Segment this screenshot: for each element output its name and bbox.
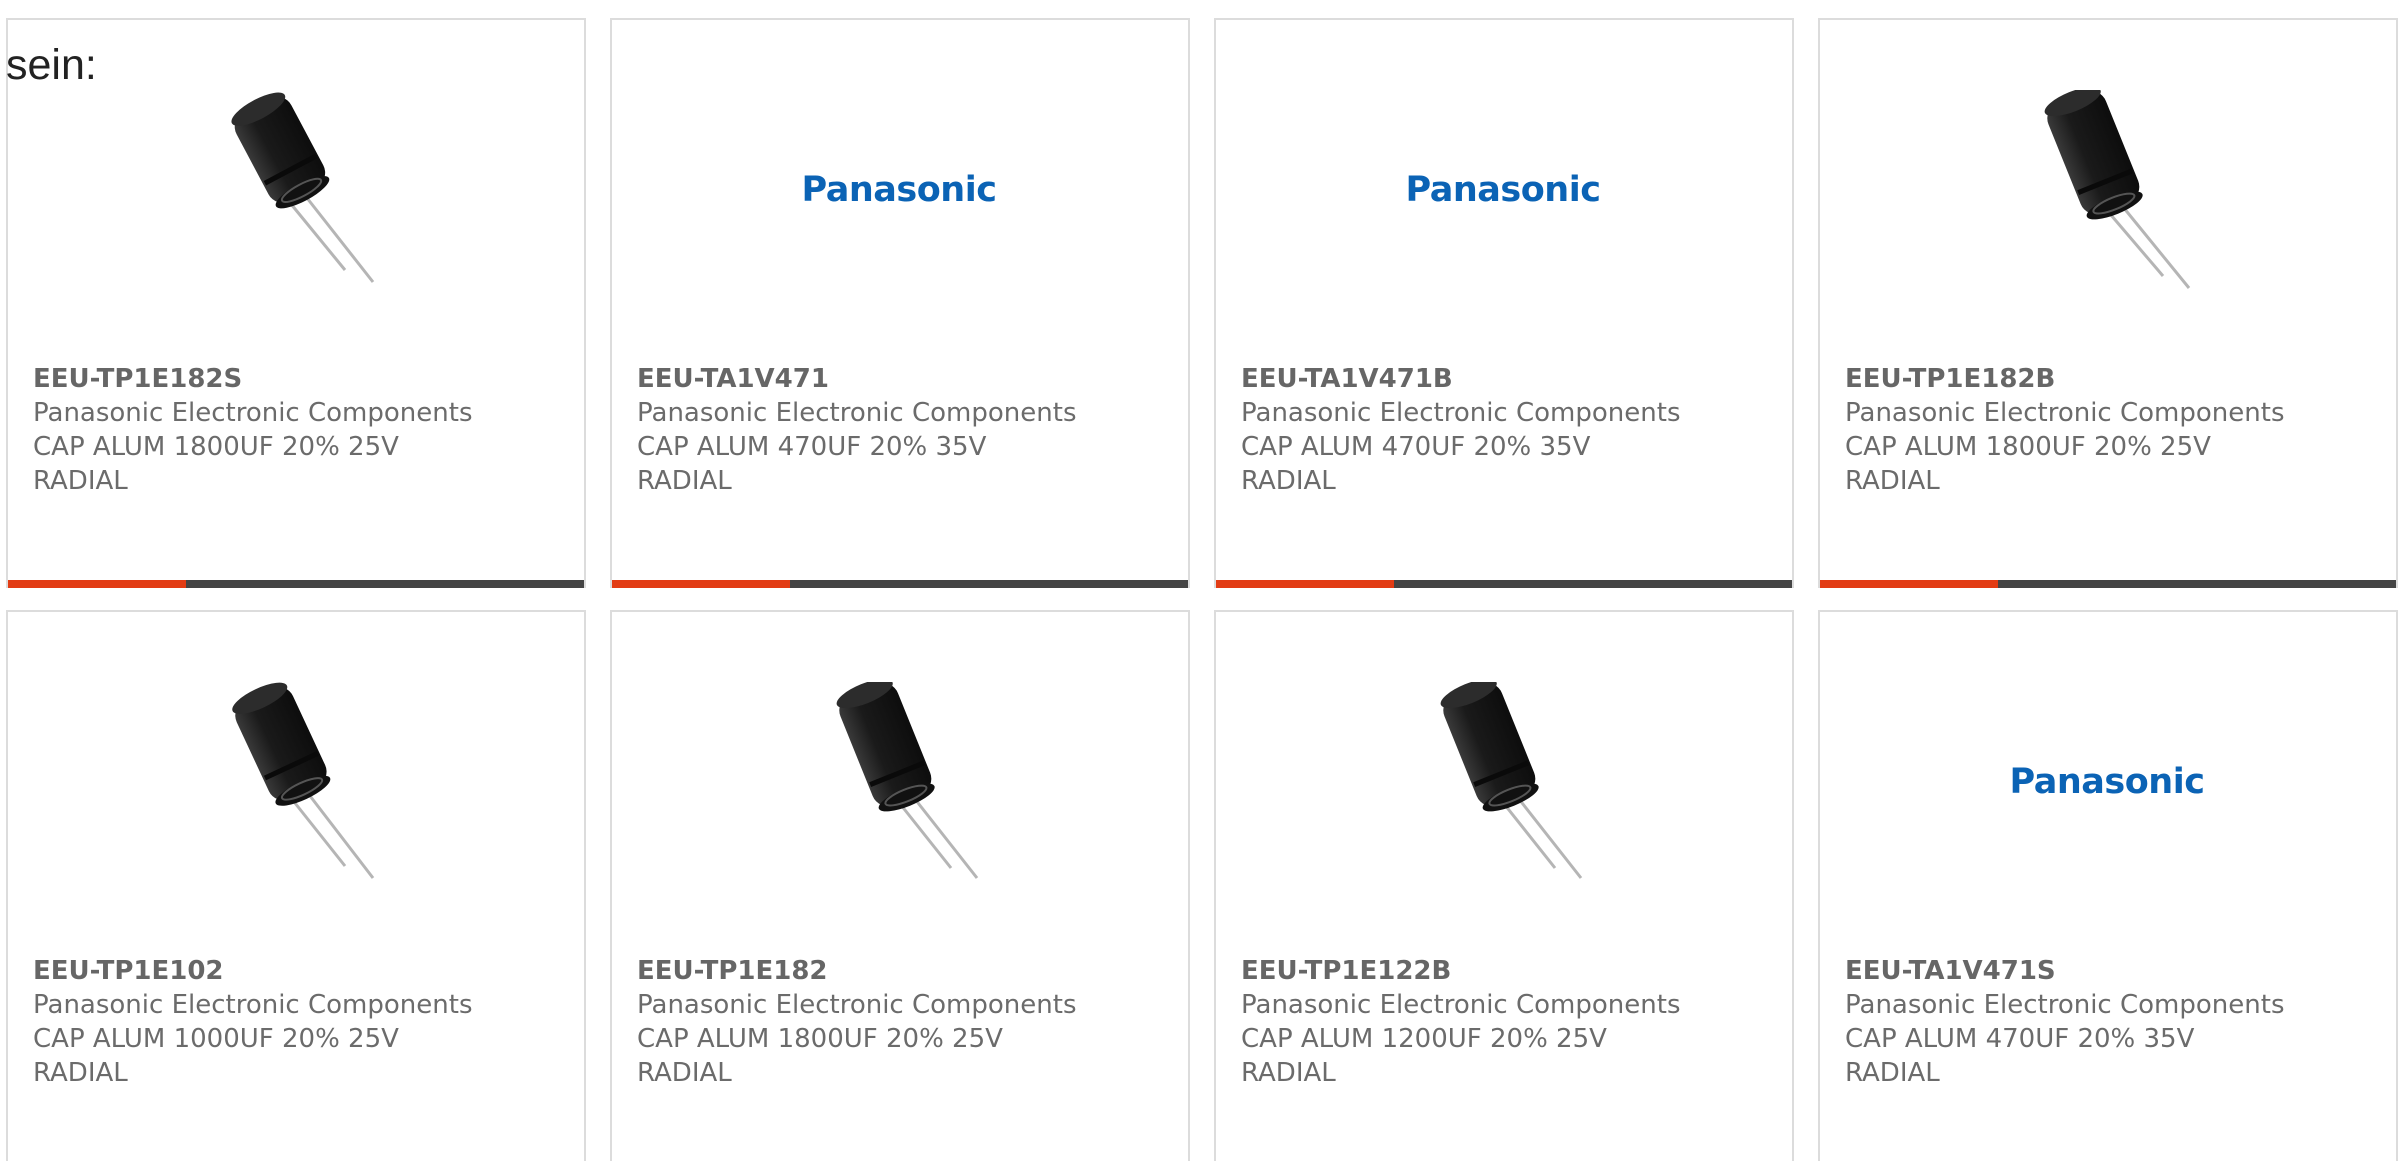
part-number[interactable]: EEU-TA1V471S — [1845, 954, 2376, 988]
product-info: EEU-TA1V471B Panasonic Electronic Compon… — [1241, 362, 1772, 498]
part-number[interactable]: EEU-TP1E122B — [1241, 954, 1772, 988]
card-progress-bar — [612, 580, 1188, 588]
part-number[interactable]: EEU-TP1E182B — [1845, 362, 2376, 396]
card-progress-bar — [1216, 580, 1792, 588]
manufacturer: Panasonic Electronic Components — [33, 990, 473, 1020]
product-card[interactable]: EEU-TP1E182S Panasonic Electronic Compon… — [6, 18, 586, 588]
product-info: EEU-TP1E102 Panasonic Electronic Compone… — [33, 954, 564, 1090]
product-description: CAP ALUM 1200UF 20% 25V RADIAL — [1241, 1024, 1607, 1088]
capacitor-image — [799, 682, 999, 882]
card-progress-bar — [8, 580, 584, 588]
product-info: EEU-TA1V471S Panasonic Electronic Compon… — [1845, 954, 2376, 1090]
manufacturer: Panasonic Electronic Components — [33, 398, 473, 428]
product-description: CAP ALUM 470UF 20% 35V RADIAL — [1241, 432, 1591, 496]
part-number[interactable]: EEU-TA1V471 — [637, 362, 1168, 396]
product-description: CAP ALUM 1000UF 20% 25V RADIAL — [33, 1024, 399, 1088]
card-progress-bar — [1820, 580, 2396, 588]
manufacturer: Panasonic Electronic Components — [1241, 990, 1681, 1020]
manufacturer: Panasonic Electronic Components — [637, 398, 1077, 428]
manufacturer: Panasonic Electronic Components — [637, 990, 1077, 1020]
product-card[interactable]: Panasonic EEU-TA1V471B Panasonic Electro… — [1214, 18, 1794, 588]
product-description: CAP ALUM 1800UF 20% 25V RADIAL — [1845, 432, 2211, 496]
capacitor-image — [195, 90, 395, 290]
product-info: EEU-TP1E182S Panasonic Electronic Compon… — [33, 362, 564, 498]
product-info: EEU-TA1V471 Panasonic Electronic Compone… — [637, 362, 1168, 498]
manufacturer: Panasonic Electronic Components — [1845, 990, 2285, 1020]
card-progress-fill — [1216, 580, 1394, 588]
product-description: CAP ALUM 470UF 20% 35V RADIAL — [1845, 1024, 2195, 1088]
panasonic-logo: Panasonic — [1403, 90, 1603, 290]
product-info: EEU-TP1E182 Panasonic Electronic Compone… — [637, 954, 1168, 1090]
part-number[interactable]: EEU-TP1E182 — [637, 954, 1168, 988]
intro-text: sein: — [6, 41, 97, 89]
product-description: CAP ALUM 1800UF 20% 25V RADIAL — [637, 1024, 1003, 1088]
part-number[interactable]: EEU-TP1E102 — [33, 954, 564, 988]
product-description: CAP ALUM 470UF 20% 35V RADIAL — [637, 432, 987, 496]
manufacturer: Panasonic Electronic Components — [1241, 398, 1681, 428]
part-number[interactable]: EEU-TP1E182S — [33, 362, 564, 396]
product-card[interactable]: EEU-TP1E122B Panasonic Electronic Compon… — [1214, 610, 1794, 1161]
capacitor-image — [195, 682, 395, 882]
manufacturer: Panasonic Electronic Components — [1845, 398, 2285, 428]
capacitor-image — [2007, 90, 2207, 290]
brand-logo-text: Panasonic — [801, 170, 997, 210]
panasonic-logo: Panasonic — [2007, 682, 2207, 882]
card-progress-fill — [1820, 580, 1998, 588]
brand-logo-text: Panasonic — [2009, 762, 2205, 802]
product-info: EEU-TP1E122B Panasonic Electronic Compon… — [1241, 954, 1772, 1090]
product-card[interactable]: Panasonic EEU-TA1V471 Panasonic Electron… — [610, 18, 1190, 588]
part-number[interactable]: EEU-TA1V471B — [1241, 362, 1772, 396]
panasonic-logo: Panasonic — [799, 90, 999, 290]
capacitor-image — [1403, 682, 1603, 882]
product-card[interactable]: EEU-TP1E182B Panasonic Electronic Compon… — [1818, 18, 2398, 588]
brand-logo-text: Panasonic — [1405, 170, 1601, 210]
card-progress-fill — [8, 580, 186, 588]
product-card[interactable]: Panasonic EEU-TA1V471S Panasonic Electro… — [1818, 610, 2398, 1161]
product-description: CAP ALUM 1800UF 20% 25V RADIAL — [33, 432, 399, 496]
page: sein: EEU-TP1E182S Panasonic Electronic … — [0, 0, 2400, 1161]
product-info: EEU-TP1E182B Panasonic Electronic Compon… — [1845, 362, 2376, 498]
product-card[interactable]: EEU-TP1E102 Panasonic Electronic Compone… — [6, 610, 586, 1161]
card-progress-fill — [612, 580, 790, 588]
product-grid: EEU-TP1E182S Panasonic Electronic Compon… — [6, 18, 2400, 1161]
product-card[interactable]: EEU-TP1E182 Panasonic Electronic Compone… — [610, 610, 1190, 1161]
